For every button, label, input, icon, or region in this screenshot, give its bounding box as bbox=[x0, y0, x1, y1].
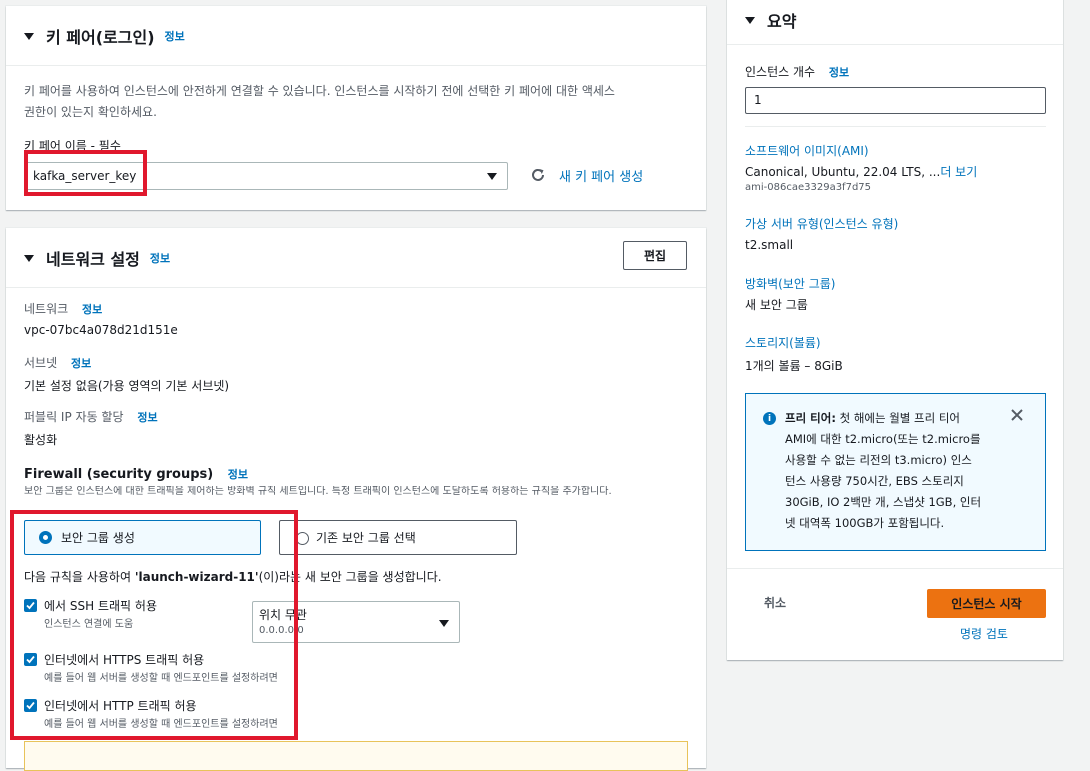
free-tier-line-text: 첫 해에는 월별 프리 티어 bbox=[835, 411, 961, 425]
network-label: 네트워크 bbox=[24, 302, 69, 316]
highlight-box bbox=[10, 510, 298, 740]
collapse-triangle-icon bbox=[24, 32, 34, 40]
ami-value: Canonical, Ubuntu, 22.04 LTS, ... bbox=[745, 165, 941, 179]
ami-value-row: Canonical, Ubuntu, 22.04 LTS, ...더 보기 bbox=[745, 163, 977, 180]
free-tier-line: 30GiB, IO 2백만 개, 스냅샷 1GB, 인터 bbox=[785, 495, 982, 509]
info-circle-icon: i bbox=[763, 412, 776, 425]
subnet-info-link[interactable]: 정보 bbox=[71, 357, 91, 370]
divider bbox=[727, 44, 1063, 45]
subnet-label: 서브넷 bbox=[24, 356, 58, 370]
cancel-button[interactable]: 취소 bbox=[764, 594, 786, 611]
keypair-description-line: 권한이 있는지 확인하세요. bbox=[24, 105, 157, 119]
keypair-title: 키 페어(로그인) bbox=[46, 28, 155, 47]
subnet-value: 기본 설정 없음(가용 영역의 기본 서브넷) bbox=[24, 379, 230, 393]
caret-down-icon bbox=[487, 173, 497, 180]
storage-value: 1개의 볼륨 – 8GiB bbox=[745, 359, 843, 373]
free-tier-bold: 프리 티어: bbox=[785, 411, 836, 425]
subnet-label-row: 서브넷 정보 bbox=[24, 354, 91, 371]
keypair-panel: 키 페어(로그인) 정보 키 페어를 사용하여 인스턴스에 안전하게 연결할 수… bbox=[6, 6, 706, 210]
free-tier-line: 프리 티어: 첫 해에는 월별 프리 티어 bbox=[785, 408, 1000, 429]
review-commands-link[interactable]: 명령 검토 bbox=[960, 625, 1008, 642]
ami-link[interactable]: 소프트웨어 이미지(AMI) bbox=[745, 142, 869, 159]
network-label-row: 네트워크 정보 bbox=[24, 300, 102, 317]
free-tier-line: AMI에 대한 t2.micro(또는 t2.micro를 bbox=[785, 432, 981, 446]
public-ip-label-row: 퍼블릭 IP 자동 할당 정보 bbox=[24, 408, 158, 425]
summary-panel: 요약 인스턴스 개수 정보 1 소프트웨어 이미지(AMI) Canonical… bbox=[727, 0, 1063, 660]
free-tier-line: 사용할 수 없는 리전의 t3.micro) 인스 bbox=[785, 453, 972, 467]
instance-type-value: t2.small bbox=[745, 238, 794, 252]
ami-id: ami-086cae3329a3f7d75 bbox=[745, 182, 872, 193]
summary-title: 요약 bbox=[767, 12, 797, 31]
instance-count-input[interactable]: 1 bbox=[745, 87, 1046, 114]
free-tier-line: 넷 대역폭 100GB가 포함됩니다. bbox=[785, 516, 945, 530]
firewall-value: 새 보안 그룹 bbox=[745, 298, 808, 312]
instance-count-value: 1 bbox=[754, 93, 762, 107]
warning-alert bbox=[24, 741, 688, 771]
firewall-info-link[interactable]: 정보 bbox=[228, 468, 248, 481]
caret-down-icon bbox=[439, 620, 449, 627]
divider bbox=[745, 126, 1046, 127]
collapse-triangle-icon bbox=[745, 16, 755, 24]
firewall-title: Firewall (security groups) bbox=[24, 467, 214, 482]
network-info-link[interactable]: 정보 bbox=[150, 250, 170, 266]
divider bbox=[727, 568, 1063, 569]
summary-header[interactable]: 요약 bbox=[745, 8, 796, 32]
public-ip-info-link[interactable]: 정보 bbox=[137, 411, 157, 424]
free-tier-line: 턴스 사용량 750시간, EBS 스토리지 bbox=[785, 474, 964, 488]
option-existing-label: 기존 보안 그룹 선택 bbox=[316, 531, 416, 545]
firewall-title-row: Firewall (security groups) 정보 bbox=[24, 466, 248, 482]
keypair-info-link[interactable]: 정보 bbox=[165, 28, 185, 44]
instance-count-info-link[interactable]: 정보 bbox=[829, 66, 849, 79]
network-info-link[interactable]: 정보 bbox=[82, 303, 102, 316]
divider bbox=[6, 65, 706, 66]
free-tier-alert: i 프리 티어: 첫 해에는 월별 프리 티어 AMI에 대한 t2.micro… bbox=[745, 393, 1046, 551]
collapse-triangle-icon bbox=[24, 254, 34, 262]
network-header[interactable]: 네트워크 설정 정보 bbox=[24, 246, 170, 270]
close-icon[interactable] bbox=[1010, 408, 1024, 426]
keypair-description: 키 페어를 사용하여 인스턴스에 안전하게 연결할 수 있습니다. 인스턴스를 … bbox=[24, 81, 615, 123]
divider bbox=[6, 287, 706, 288]
option-existing-sg[interactable]: 기존 보안 그룹 선택 bbox=[279, 520, 517, 555]
highlight-box bbox=[24, 150, 147, 196]
storage-link[interactable]: 스토리지(볼륨) bbox=[745, 334, 821, 351]
firewall-description: 보안 그룹은 인스턴스에 대한 트래픽을 제어하는 방화벽 규칙 세트입니다. … bbox=[24, 486, 612, 497]
public-ip-value: 활성화 bbox=[24, 433, 58, 447]
firewall-link[interactable]: 방화벽(보안 그룹) bbox=[745, 275, 835, 292]
network-title: 네트워크 설정 bbox=[46, 250, 140, 269]
network-value: vpc-07bc4a078d21d151e bbox=[24, 323, 178, 337]
instance-type-link[interactable]: 가상 서버 유형(인스턴스 유형) bbox=[745, 215, 898, 232]
ami-more-link[interactable]: 더 보기 bbox=[940, 165, 977, 179]
public-ip-label: 퍼블릭 IP 자동 할당 bbox=[24, 410, 124, 424]
keypair-description-line: 키 페어를 사용하여 인스턴스에 안전하게 연결할 수 있습니다. 인스턴스를 … bbox=[24, 84, 615, 98]
refresh-icon[interactable] bbox=[530, 167, 546, 187]
instance-count-label: 인스턴스 개수 bbox=[745, 65, 816, 79]
launch-instance-button[interactable]: 인스턴스 시작 bbox=[927, 589, 1046, 618]
edit-button[interactable]: 편집 bbox=[623, 241, 687, 270]
instance-count-label-row: 인스턴스 개수 정보 bbox=[745, 63, 849, 80]
create-keypair-link[interactable]: 새 키 페어 생성 bbox=[559, 166, 643, 185]
network-panel: 네트워크 설정 정보 편집 네트워크 정보 vpc-07bc4a078d21d1… bbox=[6, 228, 706, 771]
free-tier-text: 프리 티어: 첫 해에는 월별 프리 티어 AMI에 대한 t2.micro(또… bbox=[785, 408, 1000, 534]
keypair-header[interactable]: 키 페어(로그인) 정보 bbox=[24, 24, 185, 48]
